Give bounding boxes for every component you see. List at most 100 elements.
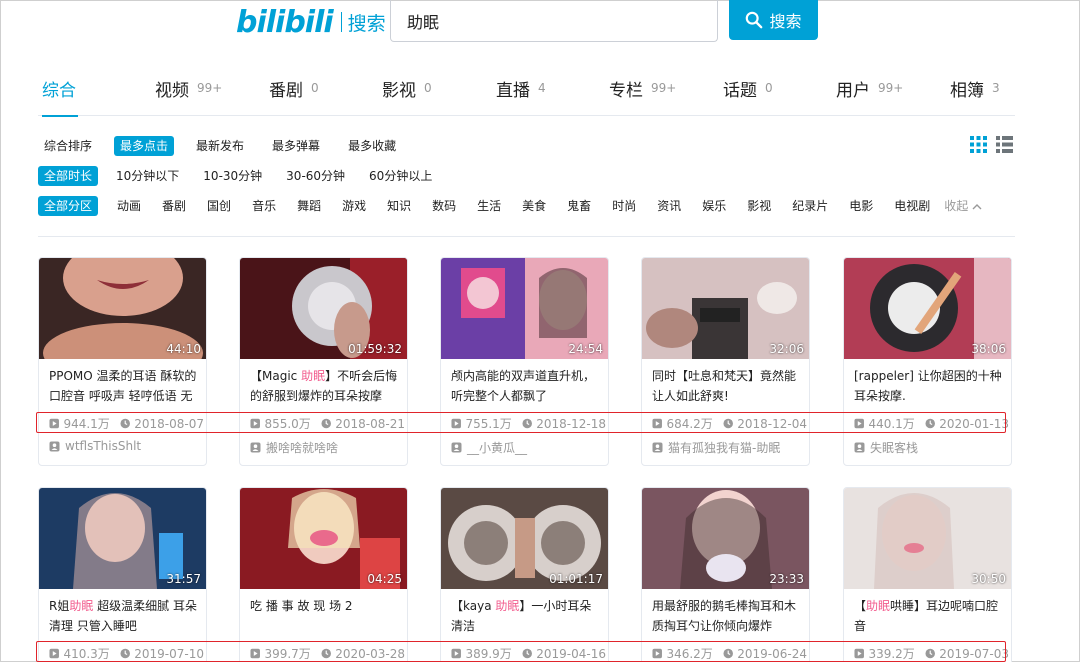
video-title[interactable]: [rappeler] 让你超困的十种耳朵按摩. bbox=[854, 366, 1006, 406]
video-title[interactable]: 颅内高能的双声道直升机，听完整个人都飘了 bbox=[451, 366, 603, 406]
video-uploader[interactable]: wtflsThisShlt bbox=[49, 439, 204, 453]
uploader-name: __小黄瓜__ bbox=[467, 441, 528, 455]
category-option[interactable]: 纪录片 bbox=[786, 196, 834, 216]
video-meta: 389.9万 2019-04-16 bbox=[451, 645, 606, 662]
view-count: 944.1万 bbox=[63, 417, 110, 431]
tab-film[interactable]: 影视 0 bbox=[382, 76, 432, 116]
video-title[interactable]: 用最舒服的鹅毛棒掏耳和木质掏耳勺让你倾向爆炸 bbox=[652, 596, 804, 636]
video-title[interactable]: PPOMO 温柔的耳语 酥软的口腔音 呼吸声 轻哼低语 无 bbox=[49, 366, 201, 406]
video-card[interactable]: 30:50 【助眠哄睡】耳边呢喃口腔音 339.2万 2019-07-03 bbox=[843, 487, 1012, 662]
category-option[interactable]: 美食 bbox=[516, 196, 552, 216]
search-button[interactable]: 搜索 bbox=[729, 0, 818, 40]
video-title[interactable]: 吃 播 事 故 现 场 2 bbox=[250, 596, 402, 636]
video-thumbnail[interactable]: 23:33 bbox=[642, 488, 809, 589]
video-duration: 01:59:32 bbox=[348, 342, 402, 356]
video-thumbnail[interactable]: 44:10 bbox=[39, 258, 206, 359]
video-card[interactable]: 44:10 PPOMO 温柔的耳语 酥软的口腔音 呼吸声 轻哼低语 无 944.… bbox=[38, 257, 207, 466]
bilibili-logo[interactable]: bilibili 搜索 bbox=[236, 4, 386, 40]
video-title[interactable]: 同时【吐息和梵天】竟然能让人如此舒爽! bbox=[652, 366, 804, 406]
duration-option[interactable]: 10-30分钟 bbox=[197, 166, 268, 186]
video-title[interactable]: R姐助眠 超级温柔细腻 耳朵清理 只管入睡吧 bbox=[49, 596, 201, 636]
video-thumbnail[interactable]: 32:06 bbox=[642, 258, 809, 359]
video-card[interactable]: 04:25 吃 播 事 故 现 场 2 399.7万 2020-03-28 bbox=[239, 487, 408, 662]
video-card[interactable]: 01:01:17 【kaya 助眠】一小时耳朵清洁 389.9万 2019-04… bbox=[440, 487, 609, 662]
sort-option[interactable]: 最多弹幕 bbox=[266, 136, 326, 156]
category-option[interactable]: 电视剧 bbox=[888, 196, 936, 216]
duration-option-active[interactable]: 全部时长 bbox=[38, 166, 99, 186]
video-title-text: [rappeler] 让你超困的十种耳朵按摩. bbox=[854, 369, 1002, 403]
tab-label: 番剧 bbox=[269, 81, 303, 101]
duration-option[interactable]: 60分钟以上 bbox=[363, 166, 438, 186]
video-uploader[interactable]: 搬啥啥就啥啥 bbox=[250, 439, 405, 456]
view-count: 684.2万 bbox=[666, 417, 713, 431]
category-option[interactable]: 音乐 bbox=[246, 196, 282, 216]
view-count: 440.1万 bbox=[868, 417, 915, 431]
video-card[interactable]: 01:59:32 【Magic 助眠】不听会后悔的舒服到爆炸的耳朵按摩 855.… bbox=[239, 257, 408, 466]
category-option[interactable]: 影视 bbox=[741, 196, 777, 216]
sort-option[interactable]: 综合排序 bbox=[38, 136, 98, 156]
video-title-text: 【kaya bbox=[451, 599, 496, 613]
category-option[interactable]: 数码 bbox=[426, 196, 462, 216]
video-thumbnail[interactable]: 24:54 bbox=[441, 258, 608, 359]
tab-article[interactable]: 专栏 99+ bbox=[609, 76, 676, 116]
category-option[interactable]: 时尚 bbox=[606, 196, 642, 216]
duration-option[interactable]: 10分钟以下 bbox=[110, 166, 185, 186]
grid-view-icon[interactable] bbox=[970, 136, 987, 153]
category-option-active[interactable]: 全部分区 bbox=[38, 196, 99, 216]
category-option[interactable]: 资讯 bbox=[651, 196, 687, 216]
video-thumbnail[interactable]: 30:50 bbox=[844, 488, 1011, 589]
tab-album[interactable]: 相簿 3 bbox=[950, 76, 1000, 116]
video-card[interactable]: 32:06 同时【吐息和梵天】竟然能让人如此舒爽! 684.2万 2018-12… bbox=[641, 257, 810, 466]
tab-count: 0 bbox=[765, 81, 773, 95]
video-card[interactable]: 38:06 [rappeler] 让你超困的十种耳朵按摩. 440.1万 202… bbox=[843, 257, 1012, 466]
category-option[interactable]: 国创 bbox=[201, 196, 237, 216]
view-count: 339.2万 bbox=[868, 647, 915, 661]
clock-icon bbox=[925, 648, 935, 659]
video-title[interactable]: 【助眠哄睡】耳边呢喃口腔音 bbox=[854, 596, 1006, 636]
video-thumbnail[interactable]: 01:01:17 bbox=[441, 488, 608, 589]
category-option[interactable]: 舞蹈 bbox=[291, 196, 327, 216]
sort-option[interactable]: 最新发布 bbox=[190, 136, 250, 156]
sort-option[interactable]: 最多收藏 bbox=[342, 136, 402, 156]
tab-bangumi[interactable]: 番剧 0 bbox=[269, 76, 319, 116]
collapse-toggle[interactable]: 收起 bbox=[942, 196, 984, 216]
sort-option-active[interactable]: 最多点击 bbox=[114, 136, 175, 156]
category-option[interactable]: 游戏 bbox=[336, 196, 372, 216]
category-option[interactable]: 知识 bbox=[381, 196, 417, 216]
tab-video[interactable]: 视频 99+ bbox=[155, 76, 222, 116]
video-card[interactable]: 24:54 颅内高能的双声道直升机，听完整个人都飘了 755.1万 2018-1… bbox=[440, 257, 609, 466]
video-title-highlight: 助眠 bbox=[301, 369, 326, 383]
tab-all[interactable]: 综合 bbox=[42, 76, 78, 117]
video-title[interactable]: 【Magic 助眠】不听会后悔的舒服到爆炸的耳朵按摩 bbox=[250, 366, 402, 406]
category-option[interactable]: 鬼畜 bbox=[561, 196, 597, 216]
video-card[interactable]: 23:33 用最舒服的鹅毛棒掏耳和木质掏耳勺让你倾向爆炸 346.2万 2019… bbox=[641, 487, 810, 662]
video-thumbnail[interactable]: 31:57 bbox=[39, 488, 206, 589]
video-title[interactable]: 【kaya 助眠】一小时耳朵清洁 bbox=[451, 596, 603, 636]
video-title-highlight: 助眠 bbox=[495, 599, 520, 613]
clock-icon bbox=[925, 418, 935, 429]
video-thumbnail[interactable]: 38:06 bbox=[844, 258, 1011, 359]
duration-option[interactable]: 30-60分钟 bbox=[280, 166, 351, 186]
video-meta: 684.2万 2018-12-04 bbox=[652, 415, 807, 432]
video-uploader[interactable]: 猫有孤独我有猫-助眠 bbox=[652, 439, 807, 456]
video-thumbnail[interactable]: 01:59:32 bbox=[240, 258, 407, 359]
video-card[interactable]: 31:57 R姐助眠 超级温柔细腻 耳朵清理 只管入睡吧 410.3万 2019… bbox=[38, 487, 207, 662]
category-option[interactable]: 番剧 bbox=[156, 196, 192, 216]
category-option[interactable]: 娱乐 bbox=[696, 196, 732, 216]
tab-label: 相簿 bbox=[950, 81, 984, 101]
list-view-icon[interactable] bbox=[996, 136, 1013, 153]
category-option[interactable]: 动画 bbox=[111, 196, 147, 216]
search-type-tabs: 综合 视频 99+ 番剧 0 影视 0 直播 4 专栏 99+ 话题 0 用户 99+ 相簿 3 bbox=[38, 76, 1015, 117]
tab-live[interactable]: 直播 4 bbox=[496, 76, 546, 116]
video-title-highlight: 助眠 bbox=[69, 599, 94, 613]
category-option[interactable]: 电影 bbox=[843, 196, 879, 216]
video-thumbnail[interactable]: 04:25 bbox=[240, 488, 407, 589]
search-input[interactable]: 助眠 bbox=[390, 0, 718, 42]
video-uploader[interactable]: 失眠客栈 bbox=[854, 439, 1009, 456]
play-count-icon bbox=[49, 418, 59, 429]
tab-user[interactable]: 用户 99+ bbox=[836, 76, 903, 116]
tab-topic[interactable]: 话题 0 bbox=[723, 76, 773, 116]
category-option[interactable]: 生活 bbox=[471, 196, 507, 216]
video-uploader[interactable]: __小黄瓜__ bbox=[451, 439, 606, 456]
video-duration: 01:01:17 bbox=[549, 572, 603, 586]
